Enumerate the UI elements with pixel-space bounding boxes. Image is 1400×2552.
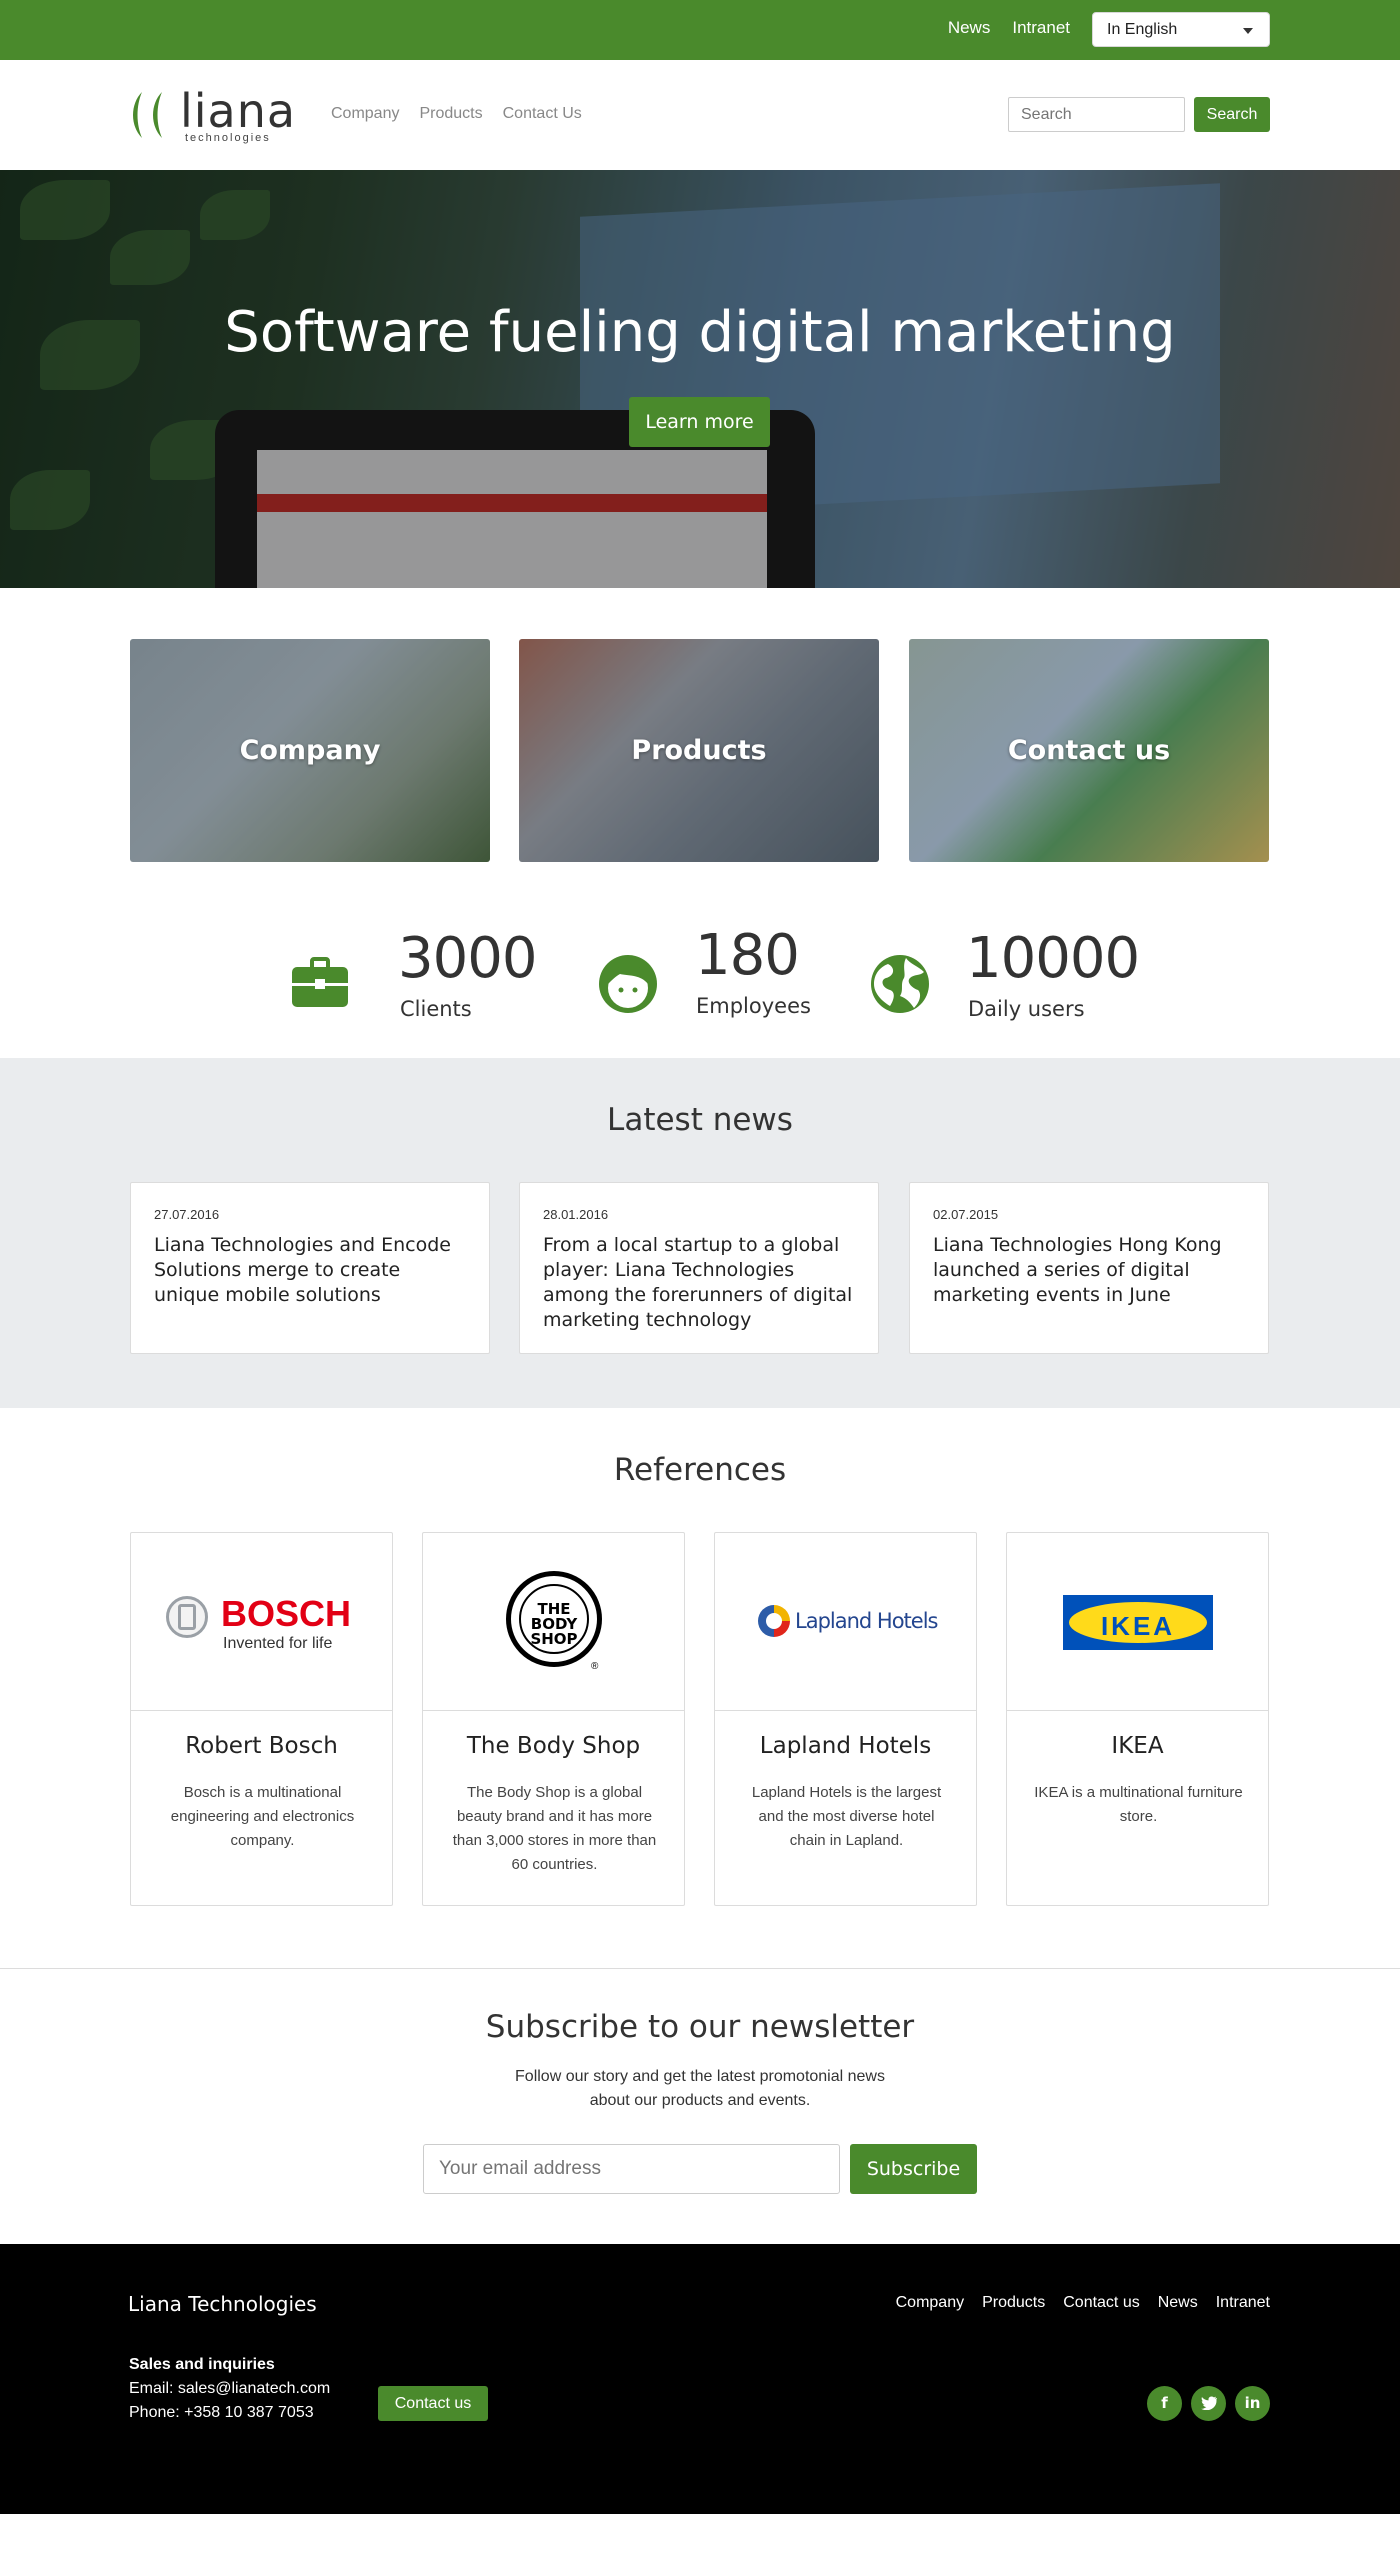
facebook-icon[interactable]: f bbox=[1147, 2386, 1182, 2421]
reference-name: IKEA bbox=[1111, 1733, 1164, 1759]
news-date: 27.07.2016 bbox=[154, 1207, 220, 1222]
learn-more-button[interactable]: Learn more bbox=[629, 397, 770, 447]
news-title[interactable]: Liana Technologies Hong Kong launched a … bbox=[933, 1233, 1248, 1308]
logo-word: liana bbox=[180, 84, 297, 138]
linkedin-icon[interactable]: in bbox=[1235, 2386, 1270, 2421]
email-field[interactable] bbox=[423, 2144, 840, 2194]
main-nav: liana technologies Company Products Cont… bbox=[0, 60, 1400, 170]
ikea-oval: IKEA bbox=[1069, 1602, 1207, 1643]
globe-icon bbox=[871, 955, 929, 1013]
body-shop-logo: THE BODY SHOP ® bbox=[423, 1533, 684, 1711]
twitter-icon[interactable] bbox=[1191, 2386, 1226, 2421]
hero-banner: Software fueling digital marketing Learn… bbox=[0, 170, 1400, 588]
stat-clients-label: Clients bbox=[400, 997, 472, 1021]
footer-link-news[interactable]: News bbox=[1158, 2294, 1198, 2312]
ikea-box: IKEA bbox=[1063, 1595, 1213, 1650]
chevron-down-icon bbox=[1243, 28, 1253, 34]
news-card[interactable]: 28.01.2016 From a local startup to a glo… bbox=[519, 1182, 879, 1354]
registered-mark: ® bbox=[591, 1661, 599, 1672]
twitter-bird-shape bbox=[1200, 2396, 1217, 2411]
top-link-intranet[interactable]: Intranet bbox=[1012, 18, 1070, 38]
stat-employees-value: 180 bbox=[695, 923, 800, 988]
bosch-ring-icon bbox=[166, 1596, 208, 1638]
reference-card-ikea[interactable]: IKEA IKEA IKEA is a multinational furnit… bbox=[1006, 1532, 1269, 1906]
body-shop-ring-icon: THE BODY SHOP bbox=[506, 1571, 602, 1667]
reference-description: Bosch is a multinational engineering and… bbox=[170, 1784, 355, 1849]
language-value: In English bbox=[1107, 21, 1178, 38]
stat-daily-users-value: 10000 bbox=[966, 926, 1140, 991]
sales-heading: Sales and inquiries bbox=[129, 2356, 275, 2373]
references-heading: References bbox=[613, 1452, 787, 1488]
nav-item-contact-us[interactable]: Contact Us bbox=[503, 105, 582, 123]
newsletter-description: Follow our story and get the latest prom… bbox=[515, 2068, 885, 2109]
reference-description: The Body Shop is a global beauty brand a… bbox=[452, 1784, 657, 1873]
reference-description: Lapland Hotels is the largest and the mo… bbox=[751, 1784, 942, 1849]
ikea-wordmark: IKEA bbox=[1100, 1611, 1176, 1641]
reference-description: IKEA is a multinational furniture store. bbox=[1034, 1784, 1243, 1825]
news-title[interactable]: From a local startup to a global player:… bbox=[543, 1233, 858, 1333]
reference-name: Robert Bosch bbox=[185, 1733, 338, 1759]
face-icon bbox=[599, 955, 657, 1013]
footer-link-contact-us[interactable]: Contact us bbox=[1063, 2294, 1139, 2312]
footer-links: Company Products Contact us News Intrane… bbox=[896, 2294, 1270, 2312]
tile-label: Company bbox=[239, 735, 381, 766]
news-heading: Latest news bbox=[607, 1102, 793, 1138]
tile-label: Products bbox=[631, 735, 767, 766]
lapland-hotels-logo: Lapland Hotels bbox=[715, 1533, 976, 1711]
feature-tiles: Company Products Contact us bbox=[0, 588, 1400, 908]
news-card[interactable]: 27.07.2016 Liana Technologies and Encode… bbox=[130, 1182, 490, 1354]
news-title[interactable]: Liana Technologies and Encode Solutions … bbox=[154, 1233, 469, 1308]
nav-item-products[interactable]: Products bbox=[419, 105, 482, 123]
top-links: News Intranet bbox=[948, 18, 1070, 38]
nav-menu: Company Products Contact Us bbox=[331, 105, 582, 123]
reference-card-lapland-hotels[interactable]: Lapland Hotels Lapland Hotels Lapland Ho… bbox=[714, 1532, 977, 1906]
reference-name: Lapland Hotels bbox=[759, 1733, 932, 1759]
search-button[interactable]: Search bbox=[1194, 97, 1270, 132]
logo-sub: technologies bbox=[185, 132, 271, 144]
stats-section: 3000 Clients 180 Employees 10000 Daily u… bbox=[0, 908, 1400, 1058]
references-section: References BOSCH Invented for life Rober… bbox=[0, 1408, 1400, 1968]
subscribe-button[interactable]: Subscribe bbox=[850, 2144, 977, 2194]
footer: Liana Technologies Company Products Cont… bbox=[0, 2244, 1400, 2514]
reference-card-bosch[interactable]: BOSCH Invented for life Robert Bosch Bos… bbox=[130, 1532, 393, 1906]
reference-name: The Body Shop bbox=[466, 1733, 641, 1759]
hero-title: Software fueling digital marketing bbox=[224, 300, 1176, 365]
footer-link-intranet[interactable]: Intranet bbox=[1216, 2294, 1270, 2312]
logo-mark-icon bbox=[133, 92, 162, 138]
bosch-logo: BOSCH Invented for life bbox=[131, 1533, 392, 1711]
language-select[interactable]: In English bbox=[1092, 12, 1270, 47]
newsletter-heading: Subscribe to our newsletter bbox=[485, 2009, 915, 2045]
stat-employees-label: Employees bbox=[696, 994, 811, 1018]
latest-news-section: Latest news 27.07.2016 Liana Technologie… bbox=[0, 1058, 1400, 1408]
ikea-logo: IKEA bbox=[1007, 1533, 1268, 1711]
footer-link-company[interactable]: Company bbox=[896, 2294, 964, 2312]
stat-clients-value: 3000 bbox=[398, 926, 538, 991]
footer-link-products[interactable]: Products bbox=[982, 2294, 1045, 2312]
news-date: 02.07.2015 bbox=[933, 1207, 999, 1222]
footer-contact-button[interactable]: Contact us bbox=[378, 2386, 488, 2421]
bosch-tagline: Invented for life bbox=[223, 1635, 333, 1652]
lapland-wordmark: Lapland Hotels bbox=[795, 1609, 938, 1633]
stat-daily-users-label: Daily users bbox=[968, 997, 1085, 1021]
lapland-swirl-icon bbox=[758, 1605, 790, 1637]
search-input[interactable] bbox=[1008, 97, 1185, 132]
footer-brand: Liana Technologies bbox=[128, 2292, 317, 2316]
bosch-wordmark: BOSCH bbox=[221, 1593, 352, 1634]
briefcase-icon bbox=[292, 957, 348, 1007]
hero-overlay bbox=[0, 170, 1400, 588]
tile-company[interactable]: Company bbox=[130, 639, 490, 862]
top-link-news[interactable]: News bbox=[948, 18, 991, 38]
tile-products[interactable]: Products bbox=[519, 639, 879, 862]
liana-logo[interactable]: liana technologies bbox=[128, 84, 295, 144]
tile-label: Contact us bbox=[1007, 735, 1171, 766]
news-card[interactable]: 02.07.2015 Liana Technologies Hong Kong … bbox=[909, 1182, 1269, 1354]
tile-contact-us[interactable]: Contact us bbox=[909, 639, 1269, 862]
newsletter-section: Subscribe to our newsletter Follow our s… bbox=[0, 1968, 1400, 2244]
sales-email[interactable]: Email: sales@lianatech.com bbox=[129, 2380, 330, 2398]
sales-phone: Phone: +358 10 387 7053 bbox=[129, 2404, 314, 2421]
news-date: 28.01.2016 bbox=[543, 1207, 609, 1222]
top-bar: News Intranet In English bbox=[0, 0, 1400, 60]
reference-card-body-shop[interactable]: THE BODY SHOP ® The Body Shop The Body Sho… bbox=[422, 1532, 685, 1906]
nav-item-company[interactable]: Company bbox=[331, 105, 399, 123]
